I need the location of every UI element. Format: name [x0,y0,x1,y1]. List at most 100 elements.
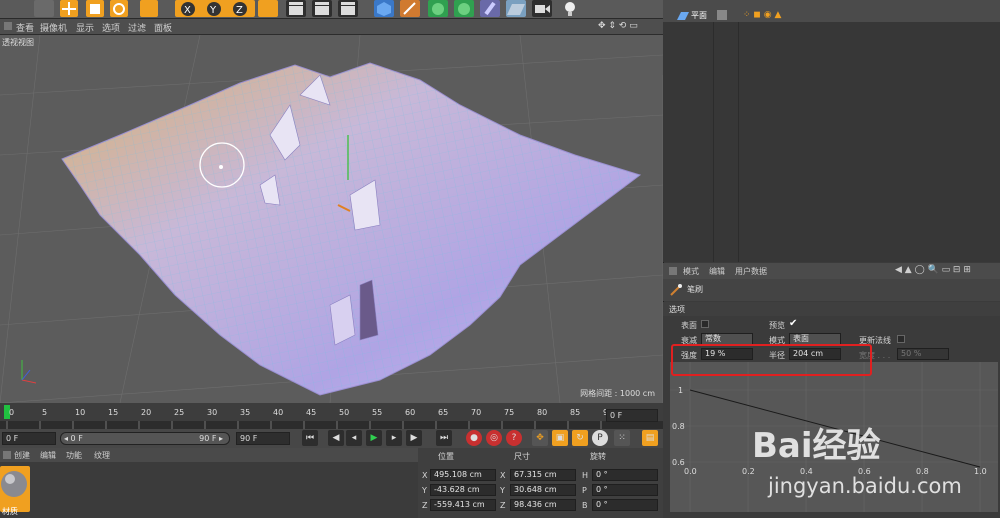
size-header: 尺寸 [514,452,530,461]
floor-button[interactable] [506,0,526,17]
width-field[interactable]: 50 % [897,348,949,360]
size-y-field[interactable]: 30.648 cm [510,484,576,496]
size-z-field[interactable]: 98.436 cm [510,499,576,511]
pen-spline-button[interactable] [400,0,420,17]
end-frame-field[interactable]: 90 F [236,432,290,445]
array-button[interactable] [454,0,474,17]
rot-h-field[interactable]: 0 ° [592,469,658,481]
start-frame-field[interactable]: 0 F [2,432,56,445]
timeline-tick-label: 40 [273,408,283,417]
axis-lock-group: X Y Z [175,0,255,17]
render-settings-button[interactable] [338,0,358,17]
rot-p-field[interactable]: 0 ° [592,484,658,496]
render-view-button[interactable] [286,0,306,17]
pos-y-axis: Y [422,486,427,495]
preview-label: 预览 [769,321,785,330]
keyframe-selection-button[interactable]: ? [506,430,522,446]
menu-panel[interactable]: 面板 [154,21,172,34]
coordinate-system-button[interactable] [258,0,278,17]
live-select-button[interactable] [140,0,158,17]
size-z-axis: Z [500,501,506,510]
timeline-tick-label: 50 [339,408,349,417]
menu-display[interactable]: 显示 [76,21,94,34]
next-key-button[interactable]: ▶ [406,430,422,446]
timeline-tick-label: 20 [141,408,151,417]
subdivision-button[interactable] [428,0,448,17]
menu-view[interactable]: 查看 [16,21,34,34]
rotate-tool-button[interactable] [110,0,128,17]
tool-header: 笔刷 [663,279,1000,301]
grid-spacing-label: 网格间距 : 1000 cm [580,389,655,398]
pos-x-field[interactable]: 495.108 cm [430,469,496,481]
preview-checkbox[interactable]: ✔ [789,318,797,329]
cube-button[interactable] [374,0,394,17]
autokey-button[interactable]: ◎ [486,430,502,446]
pos-z-axis: Z [422,501,428,510]
key-pla-button[interactable]: ⁙ [614,430,630,446]
bend-icon [484,1,496,16]
update-normals-checkbox[interactable] [897,335,905,343]
preview-range-slider[interactable]: ◂ 0 F 90 F ▸ [60,432,230,445]
go-to-end-button[interactable]: ⏭ [436,430,452,446]
material-swatch[interactable]: 材质 [0,466,30,516]
menu-edit[interactable]: 编辑 [40,450,56,461]
menu-mode[interactable]: 模式 [683,266,699,277]
highlight-box [671,344,872,376]
key-rotation-button[interactable]: ↻ [572,430,588,446]
key-icon: ● [470,433,478,443]
attributes-nav-icons[interactable]: ◀ ▲ ◯ 🔍 ▭ ⊟ ⊞ [895,265,971,275]
play-button[interactable]: ▶ [366,430,382,446]
move-tool-button[interactable] [60,0,78,17]
size-x-field[interactable]: 67.315 cm [510,469,576,481]
pos-z-field[interactable]: -559.413 cm [430,499,496,511]
record-button[interactable]: ● [466,430,482,446]
falloff-curve-graph[interactable]: 1 0.8 0.6 0.0 0.2 0.4 0.6 0.8 1.0 [670,362,998,512]
menu-camera[interactable]: 摄像机 [40,21,67,34]
scale-tool-button[interactable] [86,0,104,17]
menu-filter[interactable]: 过滤 [128,21,146,34]
svg-text:Y: Y [209,5,217,16]
viewport-title: 透视视图 [2,38,34,47]
menu-texture[interactable]: 纹理 [94,450,110,461]
key-position-button[interactable]: ✥ [532,430,548,446]
camera-button[interactable] [532,0,552,17]
next-frame-button[interactable]: ▸ [386,430,402,446]
skip-back-icon: ⏮ [305,433,315,443]
key-param-button[interactable]: P [592,430,608,446]
timeline-window-button[interactable]: ▤ [642,430,658,446]
menu-edit-attr[interactable]: 编辑 [709,266,725,277]
deformer-button[interactable] [480,0,500,17]
pos-y-field[interactable]: -43.628 cm [430,484,496,496]
selection-tool-button[interactable] [34,0,54,17]
perspective-viewport[interactable]: 透视视图 网格间距 : 1000 cm [0,35,663,403]
material-sphere-icon [1,471,27,497]
timeline-tick-label: 10 [75,408,85,417]
menu-options[interactable]: 选项 [102,21,120,34]
timeline-tick-label: 35 [240,408,250,417]
object-row-plane[interactable]: 平面 ⁘ ◼ ◉ ▲ [671,10,971,24]
tag-icons[interactable]: ⁘ ◼ ◉ ▲ [743,10,781,20]
material-name: 材质 [2,507,18,516]
menu-function[interactable]: 功能 [66,450,82,461]
rot-b-field[interactable]: 0 ° [592,499,658,511]
menu-user-data[interactable]: 用户数据 [735,266,767,277]
prev-frame-button[interactable]: ◂ [346,430,362,446]
go-to-start-button[interactable]: ⏮ [302,430,318,446]
surface-checkbox[interactable] [701,320,709,328]
menu-create[interactable]: 创建 [14,450,30,461]
prev-key-button[interactable]: ◀ [328,430,344,446]
timeline-tick-label: 0 [9,408,14,417]
options-section: 选项 [663,302,1000,316]
layer-icon[interactable] [717,10,727,20]
axis-gizmo-icon [21,360,37,384]
light-button[interactable] [560,0,580,17]
timeline-tick-label: 25 [174,408,184,417]
material-menu-icon [3,451,11,459]
render-picture-button[interactable] [312,0,332,17]
viewport-nav-icons[interactable]: ✥ ⇕ ⟲ ▭ [598,21,638,31]
key-scale-button[interactable]: ▣ [552,430,568,446]
current-frame-field[interactable]: 0 F [606,409,658,422]
object-manager-list[interactable]: 平面 ⁘ ◼ ◉ ▲ [663,10,1000,262]
timeline[interactable]: 051015202530354045505560657075808590 0 F [0,403,663,429]
gear-icon [458,3,470,15]
